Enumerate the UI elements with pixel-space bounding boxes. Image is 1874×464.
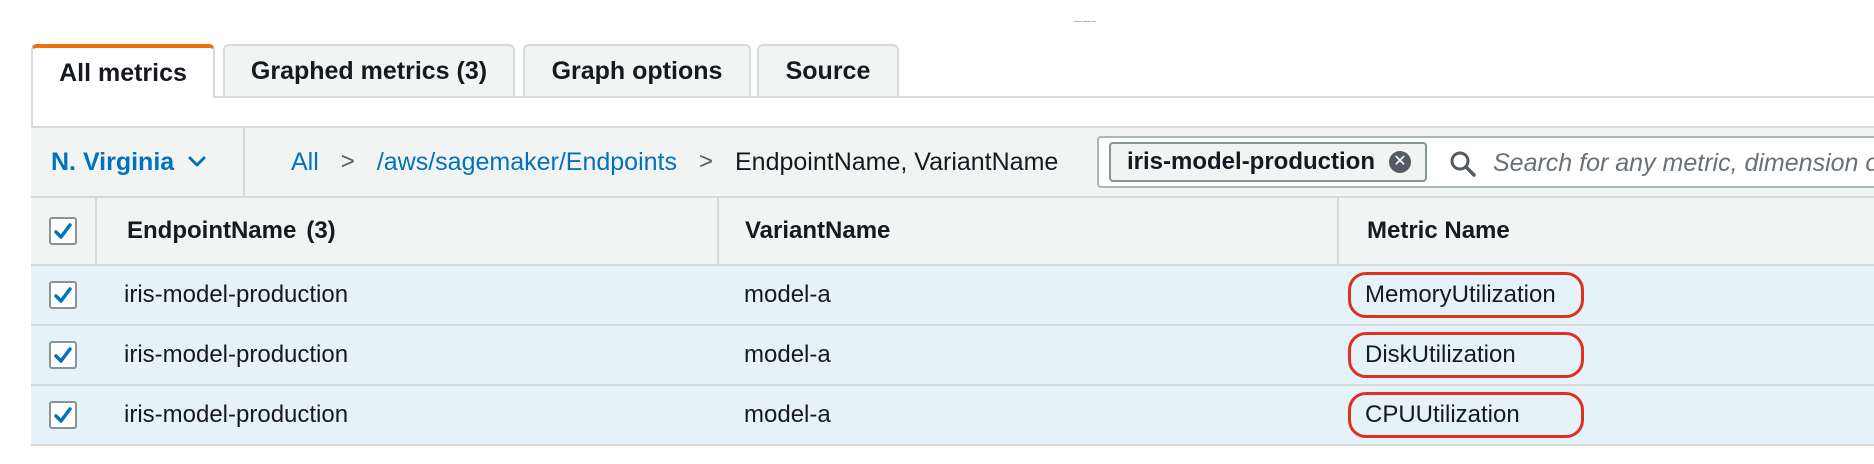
tab-label: Graphed metrics (3) xyxy=(250,56,488,85)
column-count: (3) xyxy=(306,217,336,244)
tab-source[interactable]: Source xyxy=(757,44,899,96)
region-selector[interactable]: N. Virginia xyxy=(31,128,243,196)
search-input[interactable] xyxy=(1491,144,1874,182)
filter-token: iris-model-production ✕ xyxy=(1109,142,1427,182)
row-checkbox[interactable] xyxy=(49,281,77,309)
table-row[interactable]: iris-model-production model-a MemoryUtil… xyxy=(31,266,1874,326)
tab-label: Graph options xyxy=(551,56,723,85)
checkmark-icon xyxy=(54,223,72,239)
select-all-checkbox[interactable] xyxy=(49,217,77,245)
tab-graph-options[interactable]: Graph options xyxy=(523,44,751,96)
column-divider xyxy=(717,198,719,264)
metrics-table: EndpointName (3) VariantName Metric Name… xyxy=(31,198,1874,446)
tab-bar: All metrics Graphed metrics (3) Graph op… xyxy=(0,0,1874,98)
region-label: N. Virginia xyxy=(51,147,175,176)
filter-token-label: iris-model-production xyxy=(1127,148,1375,175)
divider xyxy=(243,128,245,196)
checkmark-icon xyxy=(54,407,72,423)
table-header: EndpointName (3) VariantName Metric Name xyxy=(31,198,1874,266)
breadcrumb-all[interactable]: All xyxy=(291,148,319,177)
cell-variant: model-a xyxy=(744,341,831,368)
cell-endpoint: iris-model-production xyxy=(124,281,349,308)
cell-metric-highlighted[interactable]: CPUUtilization xyxy=(1348,392,1584,438)
breadcrumb-dimensions: EndpointName, VariantName xyxy=(735,147,1059,176)
filter-bar: N. Virginia All > /aws/sagemaker/Endpoin… xyxy=(31,126,1874,198)
table-row[interactable]: iris-model-production model-a DiskUtiliz… xyxy=(31,326,1874,386)
chevron-down-icon xyxy=(188,156,206,168)
search-icon xyxy=(1449,150,1477,183)
column-header-label: Metric Name xyxy=(1367,217,1510,244)
breadcrumb-separator-icon: > xyxy=(340,148,355,175)
tab-graphed-metrics[interactable]: Graphed metrics (3) xyxy=(223,44,515,96)
cell-variant: model-a xyxy=(744,401,831,428)
checkmark-icon xyxy=(54,347,72,363)
checkmark-icon xyxy=(54,287,72,303)
column-header-metric-name[interactable]: Metric Name xyxy=(1367,198,1510,264)
cell-metric-highlighted[interactable]: DiskUtilization xyxy=(1348,332,1584,378)
row-checkbox[interactable] xyxy=(49,401,77,429)
cell-endpoint: iris-model-production xyxy=(124,401,349,428)
cell-variant: model-a xyxy=(744,281,831,308)
tab-all-metrics[interactable]: All metrics xyxy=(31,44,215,98)
cell-endpoint: iris-model-production xyxy=(124,341,349,368)
cell-metric: DiskUtilization xyxy=(1365,341,1516,368)
breadcrumb-separator-icon: > xyxy=(698,148,713,175)
cell-metric: MemoryUtilization xyxy=(1365,281,1556,308)
column-header-label: EndpointName xyxy=(127,217,297,244)
tab-label: All metrics xyxy=(59,58,187,87)
clear-token-icon[interactable]: ✕ xyxy=(1389,151,1411,173)
breadcrumb: All > /aws/sagemaker/Endpoints > Endpoin… xyxy=(291,128,1058,196)
cell-metric: CPUUtilization xyxy=(1365,401,1520,428)
column-divider xyxy=(1337,198,1339,264)
column-divider xyxy=(95,198,97,264)
row-checkbox[interactable] xyxy=(49,341,77,369)
table-row[interactable]: iris-model-production model-a CPUUtiliza… xyxy=(31,386,1874,446)
column-header-variantname[interactable]: VariantName xyxy=(745,198,890,264)
breadcrumb-namespace[interactable]: /aws/sagemaker/Endpoints xyxy=(377,148,677,177)
cell-metric-highlighted[interactable]: MemoryUtilization xyxy=(1348,272,1584,318)
tab-label: Source xyxy=(785,56,871,85)
column-header-endpointname[interactable]: EndpointName (3) xyxy=(127,198,336,264)
search-box[interactable]: iris-model-production ✕ xyxy=(1097,136,1874,188)
column-header-label: VariantName xyxy=(745,217,891,244)
